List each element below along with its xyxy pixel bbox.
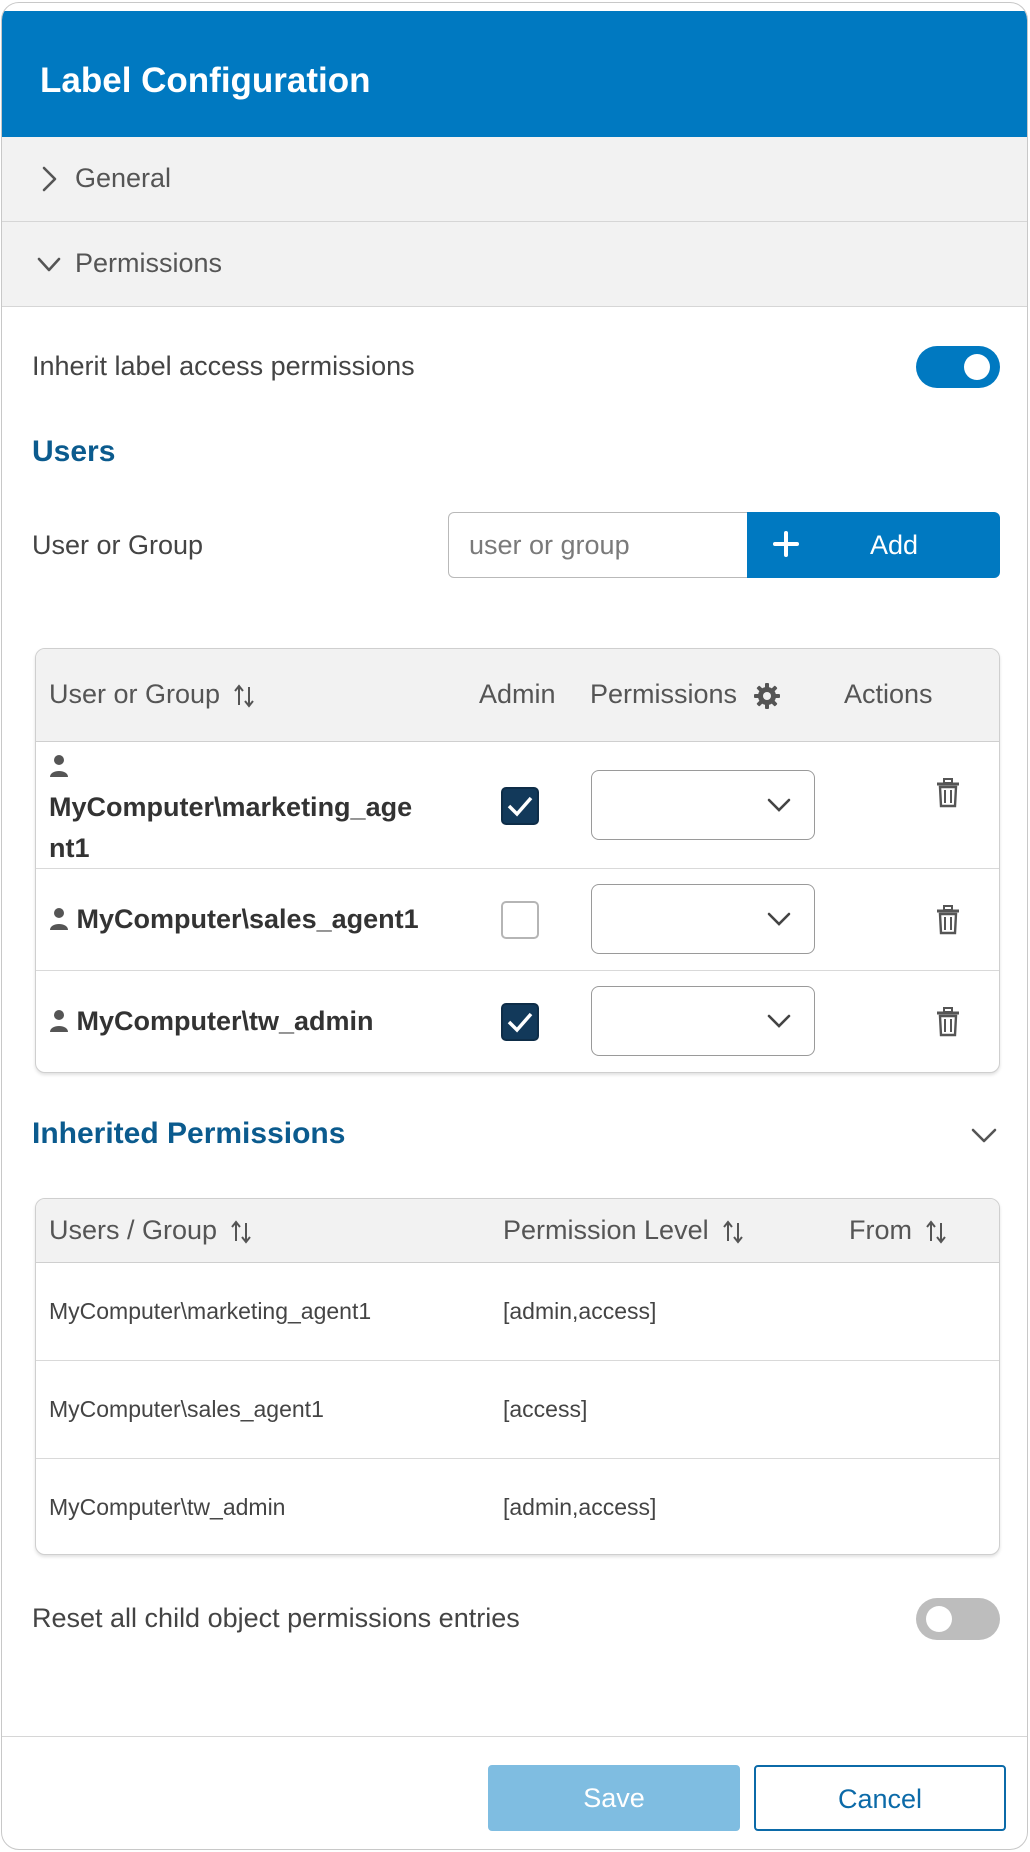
- sort-icon: [231, 1220, 251, 1244]
- permissions-dropdown[interactable]: [591, 986, 815, 1056]
- chevron-down-icon: [37, 257, 61, 272]
- inherited-level-cell: [admin,access]: [503, 1298, 657, 1324]
- checkmark-icon: [507, 1012, 533, 1033]
- chevron-down-icon: [767, 912, 791, 926]
- users-heading: Users: [32, 435, 116, 468]
- user-name: MyComputer\tw_admin: [76, 1006, 374, 1036]
- footer-divider: [2, 1736, 1027, 1737]
- table-row: MyComputer\marketing_agent1 [admin,acces…: [36, 1263, 999, 1361]
- label-configuration-panel: Label Configuration General Permissions …: [1, 2, 1028, 1850]
- chevron-right-icon: [42, 166, 57, 192]
- trash-icon[interactable]: [935, 778, 961, 808]
- user-or-group-label: User or Group: [32, 530, 204, 560]
- toggle-knob: [964, 354, 990, 380]
- inherited-user-cell: MyComputer\tw_admin: [49, 1494, 286, 1520]
- sort-icon: [722, 1220, 743, 1244]
- column-permissions-label: Permissions: [590, 679, 738, 709]
- user-icon: [50, 755, 68, 777]
- column-permission-level[interactable]: Permission Level: [503, 1215, 745, 1246]
- chevron-down-icon: [767, 798, 791, 812]
- inherit-permissions-toggle[interactable]: [916, 346, 1000, 388]
- inherited-permissions-heading: Inherited Permissions: [32, 1117, 346, 1150]
- inherited-level-cell: [access]: [503, 1396, 588, 1422]
- checkmark-icon: [507, 796, 533, 817]
- permissions-section-label: Permissions: [75, 248, 223, 278]
- users-table: User or Group Admin Permissions Actions …: [35, 648, 1000, 1073]
- sort-icon: [926, 1220, 946, 1244]
- add-user-button[interactable]: Add: [747, 512, 1000, 578]
- chevron-down-icon: [767, 1014, 791, 1028]
- inherit-permissions-label: Inherit label access permissions: [32, 351, 415, 381]
- gear-icon[interactable]: [753, 682, 781, 710]
- column-users-group-label: Users / Group: [49, 1215, 218, 1245]
- user-name: MyComputer\sales_agent1: [76, 904, 419, 934]
- admin-checkbox[interactable]: [501, 787, 539, 825]
- panel-title: Label Configuration: [40, 61, 371, 100]
- trash-icon[interactable]: [935, 905, 961, 935]
- admin-checkbox[interactable]: [501, 1003, 539, 1041]
- column-user-or-group-label: User or Group: [49, 679, 221, 709]
- user-icon: [50, 1010, 68, 1032]
- sort-icon: [234, 684, 254, 708]
- users-table-header: User or Group Admin Permissions Actions: [36, 649, 999, 742]
- permissions-section-header[interactable]: Permissions: [2, 222, 1027, 307]
- user-or-group-input[interactable]: [448, 512, 748, 578]
- general-section-header[interactable]: General: [2, 137, 1027, 222]
- column-from-label: From: [849, 1215, 912, 1245]
- reset-child-permissions-label: Reset all child object permissions entri…: [32, 1603, 520, 1633]
- user-cell: MyComputer\sales_agent1: [49, 899, 419, 940]
- chevron-down-icon[interactable]: [969, 1121, 999, 1149]
- user-name: MyComputer\marketing_age: [49, 792, 413, 822]
- table-row: MyComputer\marketing_age nt1: [36, 742, 999, 869]
- permissions-dropdown[interactable]: [591, 884, 815, 954]
- table-row: MyComputer\tw_admin: [36, 971, 999, 1072]
- inherited-user-cell: MyComputer\marketing_agent1: [49, 1298, 372, 1324]
- cancel-button[interactable]: Cancel: [754, 1765, 1006, 1831]
- column-actions: Actions: [844, 679, 933, 709]
- column-permission-level-label: Permission Level: [503, 1215, 709, 1245]
- column-admin: Admin: [479, 679, 556, 709]
- table-row: MyComputer\tw_admin [admin,access]: [36, 1459, 999, 1554]
- panel-header: Label Configuration: [2, 11, 1027, 137]
- user-name-continued: nt1: [49, 833, 90, 863]
- user-icon: [50, 908, 68, 930]
- table-row: MyComputer\sales_agent1 [access]: [36, 1361, 999, 1459]
- inherited-table-header: Users / Group Permission Level From: [36, 1199, 999, 1263]
- user-cell: MyComputer\marketing_age nt1: [49, 746, 412, 869]
- admin-checkbox[interactable]: [501, 901, 539, 939]
- general-section-label: General: [75, 163, 172, 193]
- toggle-knob: [926, 1606, 952, 1632]
- column-from[interactable]: From: [849, 1215, 948, 1246]
- save-button[interactable]: Save: [488, 1765, 740, 1831]
- permissions-dropdown[interactable]: [591, 770, 815, 840]
- table-row: MyComputer\sales_agent1: [36, 869, 999, 971]
- trash-icon[interactable]: [935, 1007, 961, 1037]
- reset-child-permissions-toggle[interactable]: [916, 1598, 1000, 1640]
- column-permissions: Permissions: [590, 679, 781, 710]
- plus-icon: [773, 531, 799, 557]
- inherited-permissions-table: Users / Group Permission Level From MyCo…: [35, 1198, 1000, 1555]
- column-users-group[interactable]: Users / Group: [49, 1215, 253, 1246]
- inherited-user-cell: MyComputer\sales_agent1: [49, 1396, 324, 1422]
- user-cell: MyComputer\tw_admin: [49, 1001, 374, 1042]
- column-user-or-group[interactable]: User or Group: [49, 679, 256, 710]
- inherited-level-cell: [admin,access]: [503, 1494, 657, 1520]
- add-button-label: Add: [870, 530, 919, 560]
